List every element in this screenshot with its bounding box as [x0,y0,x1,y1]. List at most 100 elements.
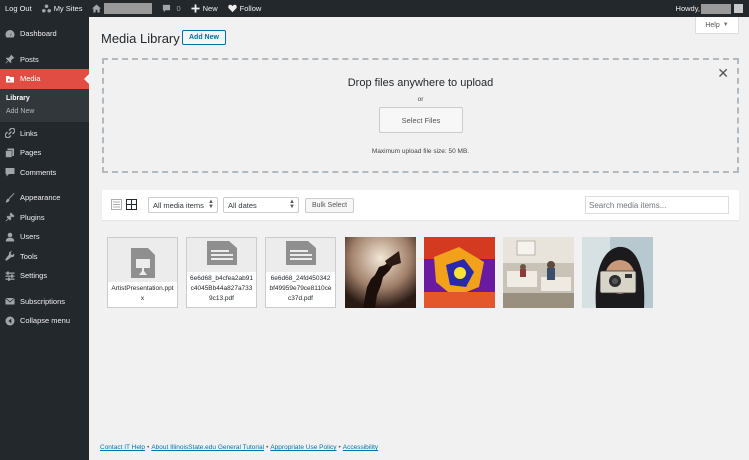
menu-label: Links [20,128,38,138]
presentation-file-icon [130,248,155,278]
upload-dropzone[interactable]: ✕ Drop files anywhere to upload or Selec… [102,58,739,173]
admin-sidebar: Dashboard Posts Media Library Add New Li… [0,17,89,460]
menu-label: Tools [20,251,38,261]
menu-label: Media [20,74,41,84]
media-icon [6,75,14,83]
image-thumbnail-classroom[interactable] [503,237,574,308]
image-thumbnail-colorful-art[interactable] [424,237,495,308]
help-label: Help [705,21,720,29]
menu-label: Comments [20,167,57,177]
footer-link-accessibility[interactable]: Accessibility [343,444,378,451]
heart-icon [227,4,237,13]
menu-label: Plugins [20,212,45,222]
select-arrows-icon: ▲ ▼ [289,199,295,210]
menu-label: Users [20,232,40,242]
bulk-select-button[interactable]: Bulk Select [305,198,355,213]
home-icon [92,4,102,13]
menu-comments[interactable]: Comments [0,163,89,183]
user-icon [5,232,15,242]
page-title: Media Library [101,31,180,46]
attachment-tile[interactable]: 6e6d68_b4cfea2ab91c4045Bb44a827a7339c13.… [186,237,257,308]
caret-down-icon: ▼ [722,22,729,28]
image-thumbnail-shadow-figure[interactable] [345,237,416,308]
menu-label: Dashboard [20,29,57,39]
document-file-icon [285,241,316,265]
footer-links: Contact IT Help • About IllinoisState.edu … [100,444,379,451]
follow-label: Follow [239,4,262,13]
collapse-menu-button[interactable]: Collapse menu [0,311,89,331]
max-upload-size: Maximum upload file size: 50 MB. [371,148,470,155]
brush-icon [5,192,15,203]
attachment-tile[interactable]: 6e6d68_24fd450342bf49959e79ce8110cec37d.… [265,237,336,308]
comment-icon [5,168,15,177]
search-input[interactable]: Search media items... [585,196,729,214]
wrench-icon [5,251,15,261]
account-menu[interactable]: Howdy, [671,0,749,17]
menu-label: Subscriptions [20,296,66,306]
footer-link-use-policy[interactable]: Appropriate Use Policy [270,444,336,451]
grid-view-icon[interactable] [126,199,137,210]
menu-plugins[interactable]: Plugins [0,208,89,228]
attachment-filename: 6e6d68_24fd450342bf49959e79ce8110cec37d.… [266,272,335,307]
menu-label: Appearance [20,193,61,203]
menu-links[interactable]: Links [0,124,89,144]
menu-label: Posts [20,54,39,64]
menu-users[interactable]: Users [0,227,89,247]
image-thumbnail-camera-portrait[interactable] [582,237,653,308]
menu-tools[interactable]: Tools [0,247,89,267]
new-content-menu[interactable]: New [186,0,223,17]
sliders-icon [5,271,15,281]
comments-count: 0 [176,4,181,13]
menu-media[interactable]: Media [0,69,89,89]
attachment-tile[interactable]: ArtistPresentation.pptx [107,237,178,308]
select-files-button[interactable]: Select Files [379,107,463,133]
menu-label: Collapse menu [20,316,71,326]
avatar [734,4,743,13]
menu-settings[interactable]: Settings [0,266,89,286]
follow-link[interactable]: Follow [223,0,267,17]
comments-menu[interactable]: 0 [157,0,185,17]
footer-link-contact-it-help[interactable]: Contact IT Help [100,444,145,451]
pages-icon [5,148,14,158]
filter-type-value: All media items [153,200,204,210]
menu-subscriptions[interactable]: Subscriptions [0,292,89,312]
site-name-menu[interactable] [87,0,157,17]
submenu-add-new[interactable]: Add New [0,105,89,118]
redacted-site-name [104,3,153,14]
main-content: Help ▼ Media Library Add New ✕ Drop file… [89,17,749,460]
attachment-filename: 6e6d68_b4cfea2ab91c4045Bb44a827a7339c13.… [187,272,256,307]
media-type-filter[interactable]: All media items ▲ ▼ [148,197,218,213]
collapse-icon [5,316,15,326]
add-new-button[interactable]: Add New [182,30,226,45]
my-sites-label: My Sites [53,4,83,13]
my-sites-menu[interactable]: My Sites [37,0,88,17]
attachment-filename: ArtistPresentation.pptx [108,282,177,307]
date-filter[interactable]: All dates ▲ ▼ [223,197,299,213]
menu-label: Pages [20,148,42,158]
logout-link[interactable]: Log Out [0,0,37,17]
pin-icon [5,54,15,64]
media-submenu: Library Add New [0,88,89,122]
filter-date-value: All dates [228,200,257,210]
footer-link-tutorial[interactable]: About IllinoisState.edu General Tutorial [151,444,264,451]
menu-dashboard[interactable]: Dashboard [0,24,89,44]
plus-icon [191,4,200,13]
help-tab[interactable]: Help ▼ [695,17,739,34]
admin-bar: Log Out My Sites 0 New Follow Howdy, [0,0,749,17]
redacted-username [701,3,731,14]
new-label: New [202,4,218,13]
mail-icon [5,297,15,305]
document-file-icon [206,241,237,265]
howdy-label: Howdy, [675,4,700,13]
menu-pages[interactable]: Pages [0,143,89,163]
network-icon [41,4,51,13]
menu-label: Settings [20,271,48,281]
drop-or-label: or [417,96,424,103]
submenu-library[interactable]: Library [0,92,89,105]
comment-icon [163,4,171,13]
menu-posts[interactable]: Posts [0,50,89,70]
select-arrows-icon: ▲ ▼ [208,199,214,210]
menu-appearance[interactable]: Appearance [0,188,89,208]
list-view-icon[interactable] [111,199,122,210]
media-toolbar: All media items ▲ ▼ All dates ▲ ▼ Bulk Sel… [102,190,739,220]
